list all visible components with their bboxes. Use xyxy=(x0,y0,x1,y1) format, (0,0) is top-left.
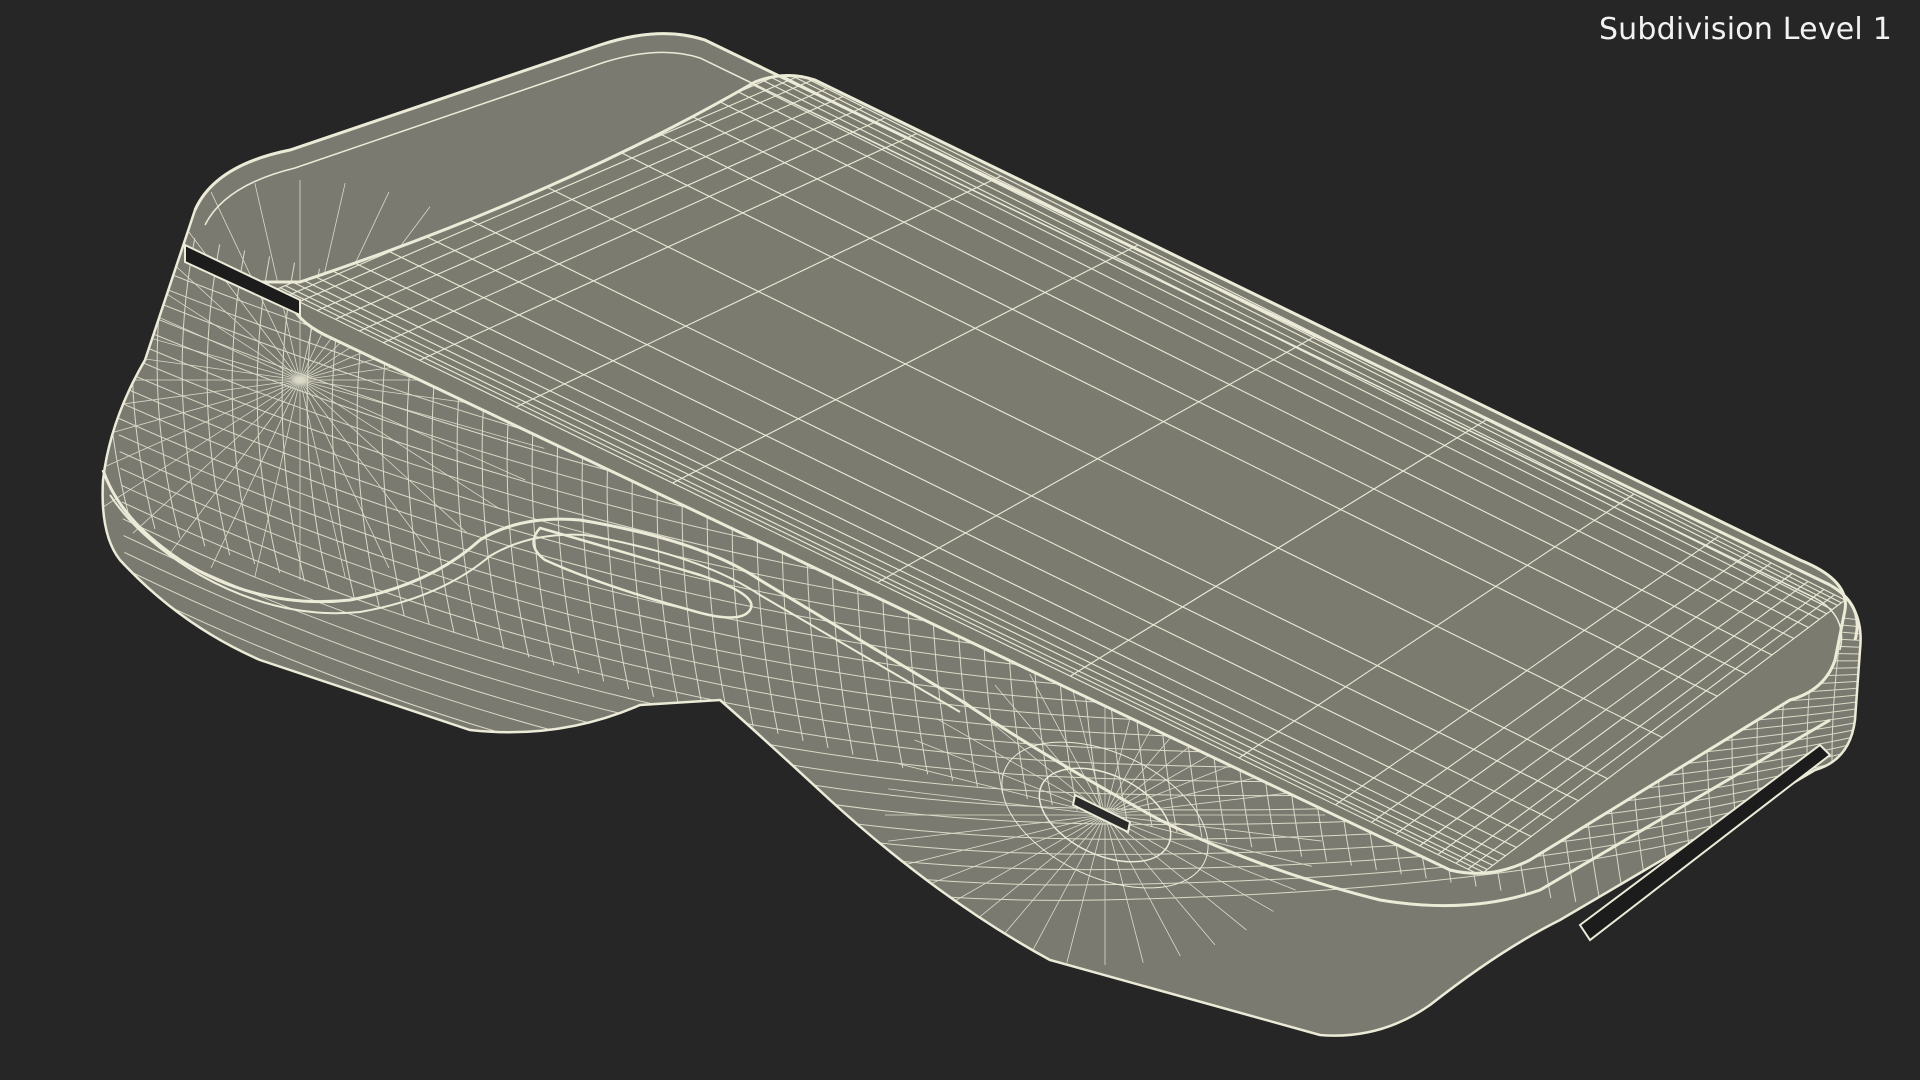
3d-viewport[interactable]: Subdivision Level 1 xyxy=(0,0,1920,1080)
subdivision-level-label: Subdivision Level 1 xyxy=(1598,12,1892,47)
wireframe-render xyxy=(101,32,1862,1037)
